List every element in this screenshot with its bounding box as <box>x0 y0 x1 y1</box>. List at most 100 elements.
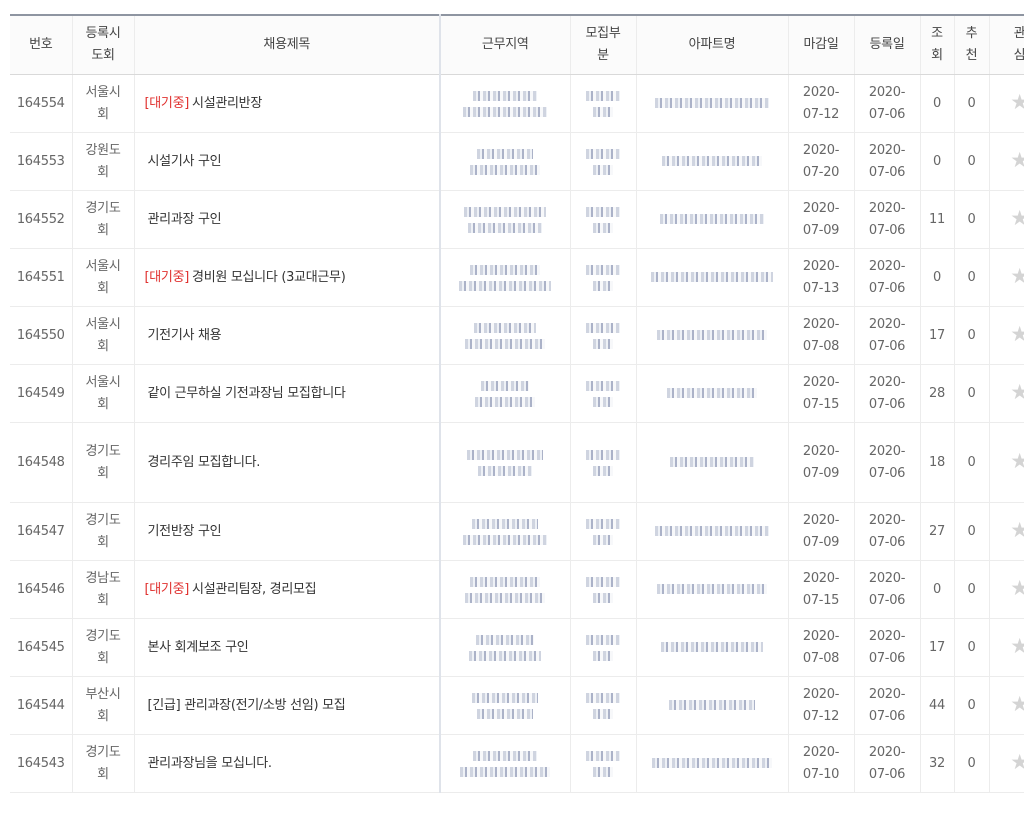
row-registered: 2020- 07-06 <box>854 502 921 561</box>
star-icon[interactable]: ★ <box>1010 692 1024 716</box>
row-title-cell[interactable]: 경리주임 모집합니다. <box>134 422 441 503</box>
status-badge: [대기중] <box>144 269 190 285</box>
row-registered: 2020- 07-06 <box>854 364 921 423</box>
job-title-link[interactable]: 시설관리팀장, 경리모집 <box>192 582 317 597</box>
job-title-link[interactable]: 시설기사 구인 <box>148 154 222 169</box>
table-row[interactable]: 164550 서울시 회 기전기사 채용 2020- 07-08 2020- 07-06 17 0… <box>10 306 1024 365</box>
row-number: 164552 <box>10 190 73 249</box>
blurred-region <box>470 143 541 181</box>
row-interest[interactable]: ★ <box>989 560 1024 619</box>
row-region <box>439 74 571 133</box>
row-interest[interactable]: ★ <box>989 190 1024 249</box>
row-dept <box>570 734 637 793</box>
row-title-cell[interactable]: 시설기사 구인 <box>134 132 441 191</box>
blurred-dept <box>586 687 620 725</box>
col-header-title-label: 채용제목 <box>263 37 311 52</box>
col-header-region: 근무지역 <box>439 15 571 75</box>
job-title-link[interactable]: 관리과장님을 모십니다. <box>148 756 273 771</box>
row-views: 0 <box>920 132 955 191</box>
row-interest[interactable]: ★ <box>989 132 1024 191</box>
row-interest[interactable]: ★ <box>989 502 1024 561</box>
row-interest[interactable]: ★ <box>989 422 1024 503</box>
col-header-recommend: 추천 <box>954 15 990 75</box>
table-row[interactable]: 164554 서울시 회 [대기중] 시설관리반장 2020- 07-12 2020- 07-0… <box>10 74 1024 133</box>
table-row[interactable]: 164547 경기도 회 기전반장 구인 2020- 07-09 2020- 07-06 27 0… <box>10 502 1024 561</box>
row-number: 164547 <box>10 502 73 561</box>
job-title-link[interactable]: [긴급] 관리과장(전기/소방 선임) 모집 <box>148 698 346 713</box>
row-dept <box>570 248 637 307</box>
col-header-views-label: 조회 <box>931 26 943 63</box>
job-title-link[interactable]: 경비원 모십니다 (3교대근무) <box>192 270 346 285</box>
blurred-apt <box>669 694 755 716</box>
col-header-interest-label: 관심 <box>1013 26 1024 63</box>
job-title-link[interactable]: 경리주임 모집합니다. <box>148 455 261 470</box>
row-title-cell[interactable]: 본사 회계보조 구인 <box>134 618 441 677</box>
row-region <box>439 618 571 677</box>
col-header-dept: 모집부 분 <box>570 15 637 75</box>
job-title-link[interactable]: 기전기사 채용 <box>148 328 222 343</box>
star-icon[interactable]: ★ <box>1010 380 1024 404</box>
row-recommend: 0 <box>954 364 990 423</box>
star-icon[interactable]: ★ <box>1010 750 1024 774</box>
row-recommend: 0 <box>954 676 990 735</box>
job-title-link[interactable]: 본사 회계보조 구인 <box>148 640 249 655</box>
row-interest[interactable]: ★ <box>989 306 1024 365</box>
row-title-cell[interactable]: 기전반장 구인 <box>134 502 441 561</box>
star-icon[interactable]: ★ <box>1010 264 1024 288</box>
table-row[interactable]: 164551 서울시 회 [대기중] 경비원 모십니다 (3교대근무) 2020- 07-1… <box>10 248 1024 307</box>
table-row[interactable]: 164548 경기도 회 경리주임 모집합니다. 2020- 07-09 2020- 07-0… <box>10 422 1024 503</box>
star-icon[interactable]: ★ <box>1010 206 1024 230</box>
job-title-link[interactable]: 시설관리반장 <box>192 96 262 111</box>
blurred-region <box>460 745 551 783</box>
row-province: 경기도 회 <box>72 734 135 793</box>
row-title-cell[interactable]: 같이 근무하실 기전과장님 모집합니다 <box>134 364 441 423</box>
blurred-dept <box>586 629 620 667</box>
row-deadline: 2020- 07-08 <box>788 618 855 677</box>
blurred-dept <box>586 745 620 783</box>
row-interest[interactable]: ★ <box>989 74 1024 133</box>
row-views: 44 <box>920 676 955 735</box>
row-region <box>439 422 571 503</box>
row-interest[interactable]: ★ <box>989 676 1024 735</box>
row-title-cell[interactable]: 관리과장님을 모십니다. <box>134 734 441 793</box>
job-title-link[interactable]: 같이 근무하실 기전과장님 모집합니다 <box>148 386 346 401</box>
star-icon[interactable]: ★ <box>1010 518 1024 542</box>
row-title-cell[interactable]: [대기중] 시설관리팀장, 경리모집 <box>134 560 441 619</box>
row-dept <box>570 676 637 735</box>
row-title-cell[interactable]: [대기중] 경비원 모십니다 (3교대근무) <box>134 248 441 307</box>
table-row[interactable]: 164545 경기도 회 본사 회계보조 구인 2020- 07-08 2020- 07-06… <box>10 618 1024 677</box>
blurred-region <box>465 317 546 355</box>
row-number: 164546 <box>10 560 73 619</box>
table-row[interactable]: 164546 경남도 회 [대기중] 시설관리팀장, 경리모집 2020- 07-15 202… <box>10 560 1024 619</box>
row-dept <box>570 618 637 677</box>
row-dept <box>570 306 637 365</box>
table-row[interactable]: 164552 경기도 회 관리과장 구인 2020- 07-09 2020- 07-06 11 0… <box>10 190 1024 249</box>
star-icon[interactable]: ★ <box>1010 148 1024 172</box>
star-icon[interactable]: ★ <box>1010 634 1024 658</box>
row-number: 164553 <box>10 132 73 191</box>
row-apt <box>636 132 789 191</box>
job-list: 번호 등록시 도회 채용제목 근무지역 모집부 분 아파트명 마감일 등록일 조회 … <box>10 14 1024 793</box>
table-row[interactable]: 164549 서울시 회 같이 근무하실 기전과장님 모집합니다 2020- 07-15 2… <box>10 364 1024 423</box>
row-title-cell[interactable]: [대기중] 시설관리반장 <box>134 74 441 133</box>
row-dept <box>570 74 637 133</box>
star-icon[interactable]: ★ <box>1010 322 1024 346</box>
row-interest[interactable]: ★ <box>989 734 1024 793</box>
star-icon[interactable]: ★ <box>1010 449 1024 473</box>
job-title-link[interactable]: 관리과장 구인 <box>148 212 222 227</box>
blurred-apt <box>657 578 767 600</box>
star-icon[interactable]: ★ <box>1010 576 1024 600</box>
row-interest[interactable]: ★ <box>989 248 1024 307</box>
table-row[interactable]: 164553 강원도 회 시설기사 구인 2020- 07-20 2020- 07-06 0 0 ★ <box>10 132 1024 191</box>
job-title-link[interactable]: 기전반장 구인 <box>148 524 222 539</box>
row-title-cell[interactable]: [긴급] 관리과장(전기/소방 선임) 모집 <box>134 676 441 735</box>
row-title-cell[interactable]: 기전기사 채용 <box>134 306 441 365</box>
row-interest[interactable]: ★ <box>989 364 1024 423</box>
table-row[interactable]: 164543 경기도 회 관리과장님을 모십니다. 2020- 07-10 2020- 07-… <box>10 734 1024 793</box>
table-row[interactable]: 164544 부산시 회 [긴급] 관리과장(전기/소방 선임) 모집 2020- 07-… <box>10 676 1024 735</box>
row-title-cell[interactable]: 관리과장 구인 <box>134 190 441 249</box>
row-apt <box>636 364 789 423</box>
row-registered: 2020- 07-06 <box>854 734 921 793</box>
row-interest[interactable]: ★ <box>989 618 1024 677</box>
star-icon[interactable]: ★ <box>1010 90 1024 114</box>
